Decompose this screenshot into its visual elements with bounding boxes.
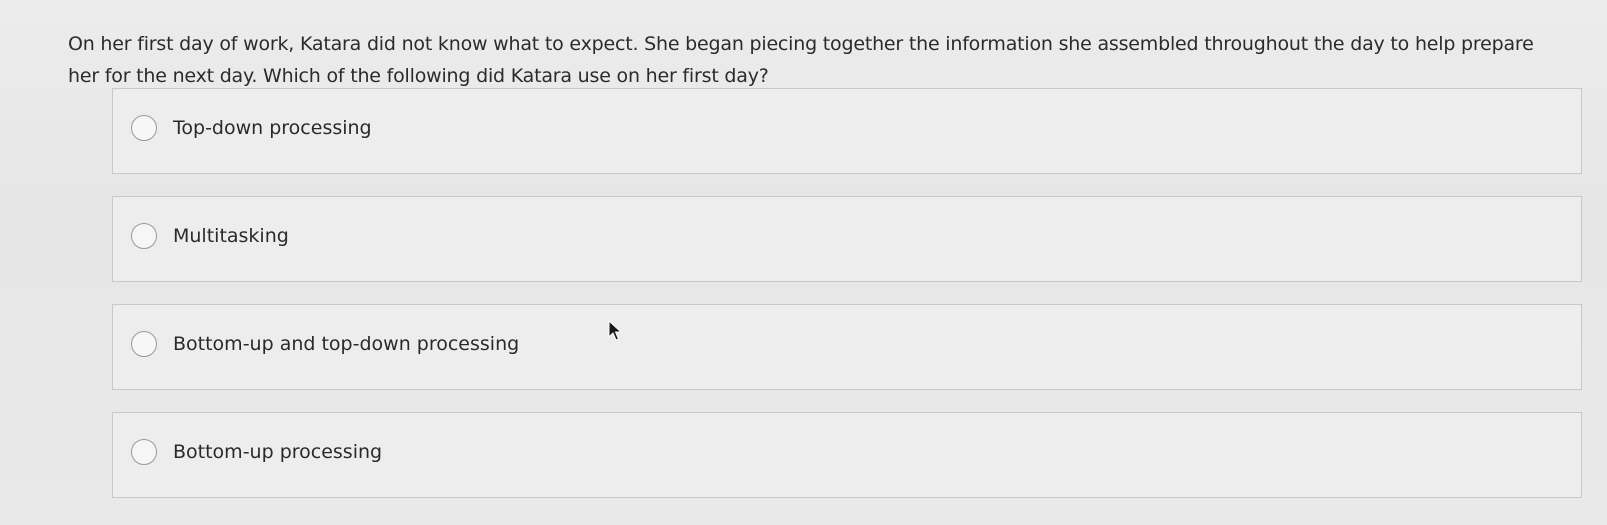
mouse-pointer-icon <box>608 320 623 341</box>
option-label: Bottom-up processing <box>173 441 383 463</box>
radio-button[interactable] <box>131 223 157 249</box>
option-multitasking[interactable]: Multitasking <box>112 196 1582 282</box>
option-top-down[interactable]: Top-down processing <box>112 88 1582 174</box>
answer-options: Top-down processing Multitasking Bottom-… <box>112 88 1582 520</box>
question-text: On her first day of work, Katara did not… <box>68 33 1534 87</box>
radio-button[interactable] <box>131 439 157 465</box>
option-label: Bottom-up and top-down processing <box>173 333 520 355</box>
option-label: Multitasking <box>173 225 289 247</box>
option-bottom-up-and-top-down[interactable]: Bottom-up and top-down processing <box>112 304 1582 390</box>
radio-button[interactable] <box>131 331 157 357</box>
option-label: Top-down processing <box>173 117 372 139</box>
radio-button[interactable] <box>131 115 157 141</box>
option-bottom-up[interactable]: Bottom-up processing <box>112 412 1582 498</box>
